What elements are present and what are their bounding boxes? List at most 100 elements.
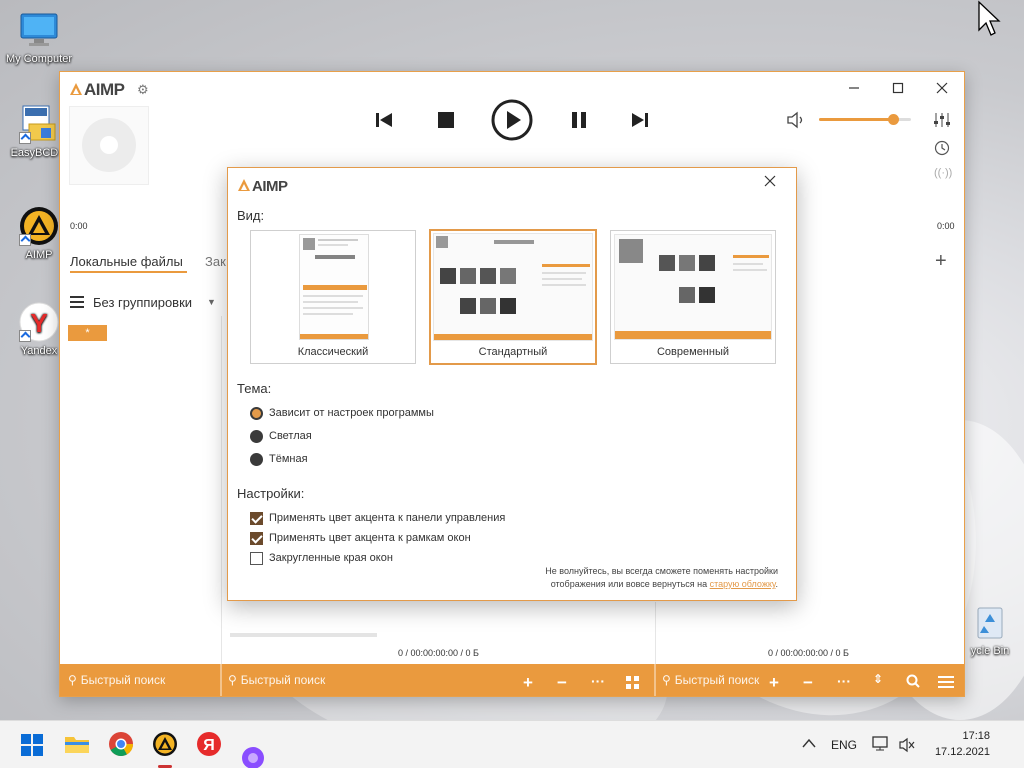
checkbox-checked-icon xyxy=(250,511,263,525)
view-option-label: Современный xyxy=(656,346,730,358)
playlist-scroll-indicator[interactable] xyxy=(230,633,377,637)
yandex-icon: Y xyxy=(19,302,59,342)
view-option-modern[interactable]: Современный xyxy=(610,230,776,364)
previous-button[interactable] xyxy=(372,108,396,132)
quick-search-input-3[interactable]: ⚲ Быстрый поиск xyxy=(662,673,759,687)
theme-option-dark[interactable]: Тёмная xyxy=(250,450,308,468)
album-art xyxy=(69,106,149,185)
bottom-toolbar xyxy=(60,664,964,696)
clock-icon[interactable] xyxy=(934,140,950,159)
minimize-button[interactable] xyxy=(832,72,876,104)
desktop-icon-label: Yandex xyxy=(20,345,58,357)
theme-option-light[interactable]: Светлая xyxy=(250,427,312,445)
clock-time[interactable]: 17:18 xyxy=(944,730,990,742)
stop-icon xyxy=(438,112,454,128)
active-tab-indicator xyxy=(70,271,187,273)
menu-icon[interactable] xyxy=(70,296,84,311)
radio-signal-icon[interactable]: ((·)) xyxy=(934,167,952,179)
desktop-icon-label: AIMP xyxy=(25,249,53,261)
search-icon[interactable] xyxy=(906,673,920,693)
desktop-icon-my-computer[interactable]: My Computer xyxy=(4,10,74,65)
time-remaining: 0:00 xyxy=(937,221,955,231)
queue-status: 0 / 00:00:00:00 / 0 Б xyxy=(768,648,849,658)
hamburger-menu-icon[interactable] xyxy=(938,674,954,694)
recycle-bin-icon xyxy=(970,602,1010,642)
setting-accent-window-frames[interactable]: Применять цвет акцента к рамкам окон xyxy=(250,529,471,547)
remove-icon[interactable]: − xyxy=(803,673,813,693)
classic-skin-preview xyxy=(299,234,369,340)
volume-slider[interactable] xyxy=(819,114,911,125)
remove-icon[interactable]: − xyxy=(557,673,567,693)
previous-track-icon xyxy=(376,113,392,127)
panel-divider xyxy=(221,316,222,664)
network-icon[interactable] xyxy=(872,736,890,755)
aimp-taskbar-button[interactable] xyxy=(152,731,178,757)
more-icon[interactable]: ··· xyxy=(837,673,851,689)
time-elapsed: 0:00 xyxy=(70,221,88,231)
settings-section-title: Настройки: xyxy=(237,486,305,501)
quick-search-input-1[interactable]: ⚲ Быстрый поиск xyxy=(68,673,165,687)
view-section-title: Вид: xyxy=(237,208,265,223)
theme-option-system[interactable]: Зависит от настроек программы xyxy=(250,404,434,422)
yandex-browser-button[interactable]: Я xyxy=(196,731,222,757)
setting-rounded-corners[interactable]: Закругленные края окон xyxy=(250,549,393,567)
close-button[interactable] xyxy=(920,72,964,104)
file-explorer-button[interactable] xyxy=(64,733,90,759)
view-option-standard[interactable]: Стандартный xyxy=(429,229,597,365)
taskbar: Я ENG 17:18 17.12.2021 xyxy=(0,720,1024,768)
equalizer-icon[interactable] xyxy=(933,112,951,131)
chevron-up-icon[interactable] xyxy=(802,737,816,751)
sort-arrows-icon[interactable]: ⇕ xyxy=(873,672,883,686)
quick-search-input-2[interactable]: ⚲ Быстрый поиск xyxy=(228,673,325,687)
chevron-down-icon[interactable]: ▼ xyxy=(207,297,216,307)
aimp-logo-icon xyxy=(237,178,251,192)
add-icon[interactable]: + xyxy=(523,673,533,693)
stop-button[interactable] xyxy=(434,108,458,132)
old-skin-link[interactable]: старую обложку xyxy=(710,579,776,589)
maximize-button[interactable] xyxy=(876,72,920,104)
pause-button[interactable] xyxy=(567,108,591,132)
shortcut-arrow-icon xyxy=(19,330,31,342)
toolbar-divider xyxy=(220,664,222,696)
play-button[interactable] xyxy=(491,99,533,141)
input-language-indicator[interactable]: ENG xyxy=(831,738,857,752)
start-button[interactable] xyxy=(20,733,46,759)
svg-text:Я: Я xyxy=(203,737,215,754)
desktop-icon-label: My Computer xyxy=(5,53,73,65)
grid-view-icon[interactable] xyxy=(626,674,639,694)
dialog-close-button[interactable] xyxy=(764,175,776,190)
svg-text:Y: Y xyxy=(30,308,47,338)
settings-gear-icon[interactable]: ⚙ xyxy=(137,82,149,98)
close-icon xyxy=(936,82,948,94)
search-icon: ⚲ xyxy=(228,673,237,687)
search-icon: ⚲ xyxy=(662,673,671,687)
add-tab-icon[interactable]: + xyxy=(935,250,947,273)
tab-bookmarks[interactable]: Зак xyxy=(205,254,226,269)
more-icon[interactable]: ··· xyxy=(591,673,605,689)
volume-icon[interactable] xyxy=(786,111,806,132)
alice-assistant-button[interactable] xyxy=(240,745,266,768)
tab-local-files[interactable]: Локальные файлы xyxy=(70,254,183,269)
clock-date[interactable]: 17.12.2021 xyxy=(924,746,990,758)
next-button[interactable] xyxy=(628,108,652,132)
disc-icon xyxy=(82,118,136,172)
search-icon: ⚲ xyxy=(68,673,77,687)
mouse-cursor-icon xyxy=(977,0,1001,41)
chrome-button[interactable] xyxy=(108,731,134,757)
modern-skin-preview xyxy=(614,234,772,340)
playlist-status: 0 / 00:00:00:00 / 0 Б xyxy=(398,648,479,658)
grouping-dropdown[interactable]: Без группировки xyxy=(93,295,192,310)
setting-accent-control-panel[interactable]: Применять цвет акцента к панели управлен… xyxy=(250,509,505,527)
folder-icon xyxy=(65,737,89,753)
volume-slider-thumb[interactable] xyxy=(887,114,899,125)
speaker-muted-icon[interactable] xyxy=(898,737,916,756)
aimp-logo: AIMP xyxy=(69,80,125,100)
desktop-icon-label: ycle Bin xyxy=(970,645,1010,657)
standard-skin-preview xyxy=(433,233,593,341)
easybcd-icon xyxy=(19,104,59,144)
aimp-logo-icon xyxy=(19,206,59,246)
filter-chip[interactable]: * xyxy=(68,325,107,341)
add-icon[interactable]: + xyxy=(769,673,779,693)
dialog-logo: AIMP xyxy=(237,177,288,195)
view-option-classic[interactable]: Классический xyxy=(250,230,416,364)
